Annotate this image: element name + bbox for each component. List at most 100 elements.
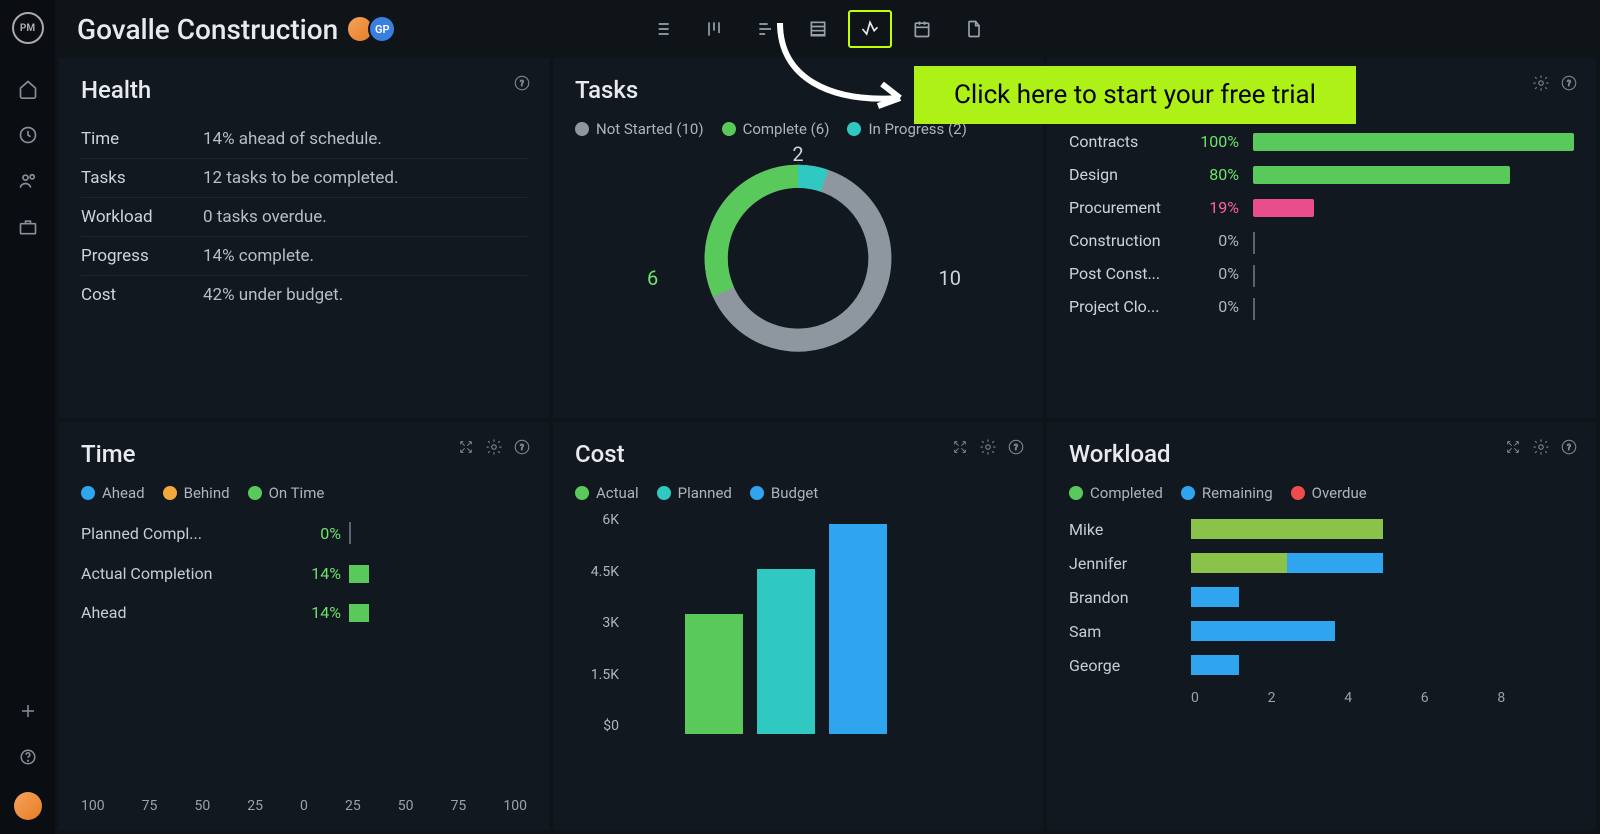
progress-bar (1253, 199, 1314, 217)
progress-label: Post Const... (1069, 264, 1179, 283)
add-icon[interactable] (17, 700, 39, 722)
help-icon[interactable]: ? (1560, 438, 1578, 456)
help-icon[interactable]: ? (1560, 74, 1578, 92)
time-pct: 0% (291, 524, 341, 543)
briefcase-icon[interactable] (17, 216, 39, 238)
view-file-icon[interactable] (952, 10, 996, 48)
axis-tick: 25 (247, 798, 263, 814)
help-icon[interactable]: ? (513, 74, 531, 92)
user-avatar[interactable] (14, 792, 42, 820)
clock-icon[interactable] (17, 124, 39, 146)
legend-item[interactable]: Complete (6) (722, 120, 830, 138)
svg-text:?: ? (1014, 443, 1018, 453)
legend-dot (163, 486, 177, 500)
legend-dot (575, 486, 589, 500)
time-label: Ahead (81, 603, 291, 622)
member-avatar-initials[interactable]: GP (368, 15, 396, 43)
legend-label: Ahead (102, 484, 145, 502)
gear-icon[interactable] (485, 438, 503, 456)
workload-name: Mike (1069, 520, 1179, 539)
legend-dot (81, 486, 95, 500)
progress-row: Design 80% (1069, 165, 1574, 184)
legend-label: On Time (269, 484, 325, 502)
gear-icon[interactable] (1532, 74, 1550, 92)
expand-icon[interactable] (457, 438, 475, 456)
progress-row: Post Const... 0% (1069, 264, 1574, 283)
legend-item[interactable]: Ahead (81, 484, 145, 502)
view-list-icon[interactable] (640, 10, 684, 48)
panel-time: ? Time AheadBehindOn Time Planned Compl.… (59, 422, 549, 830)
help-icon[interactable] (17, 746, 39, 768)
workload-bar-track (1191, 655, 1574, 675)
progress-bar-track (1253, 166, 1574, 184)
legend-label: Overdue (1312, 484, 1367, 502)
legend-item[interactable]: Actual (575, 484, 639, 502)
cta-banner[interactable]: Click here to start your free trial (914, 66, 1356, 124)
axis-tick: 100 (503, 798, 527, 814)
axis-tick: 25 (345, 798, 361, 814)
progress-pct: 100% (1193, 132, 1239, 151)
time-pct: 14% (291, 564, 341, 583)
legend-item[interactable]: On Time (248, 484, 325, 502)
progress-label: Project Clo... (1069, 297, 1179, 316)
gear-icon[interactable] (1532, 438, 1550, 456)
time-label: Planned Compl... (81, 524, 291, 543)
member-avatars[interactable]: GP (352, 15, 396, 43)
axis-tick: 50 (398, 798, 414, 814)
help-icon[interactable]: ? (513, 438, 531, 456)
axis-tick: 75 (142, 798, 158, 814)
progress-row: Project Clo... 0% (1069, 297, 1574, 316)
workload-bar-remaining (1191, 621, 1335, 641)
legend-dot (847, 122, 861, 136)
cost-bar-chart: 6K4.5K3K1.5K$0 (625, 512, 1021, 752)
app-logo[interactable]: PM (12, 12, 44, 44)
legend-item[interactable]: Completed (1069, 484, 1163, 502)
home-icon[interactable] (17, 78, 39, 100)
legend-item[interactable]: Budget (750, 484, 818, 502)
health-label: Workload (81, 207, 203, 227)
cost-bar-planned (757, 569, 815, 734)
workload-row: Mike (1069, 512, 1574, 546)
axis-tick: 6 (1421, 690, 1498, 706)
view-dashboard-icon[interactable] (848, 10, 892, 48)
legend-dot (575, 122, 589, 136)
legend-item[interactable]: Not Started (10) (575, 120, 704, 138)
view-sheet-icon[interactable] (796, 10, 840, 48)
panel-title: Health (81, 76, 527, 104)
legend-dot (1291, 486, 1305, 500)
progress-label: Construction (1069, 231, 1179, 250)
workload-bar-completed (1191, 519, 1383, 539)
view-calendar-icon[interactable] (900, 10, 944, 48)
legend-dot (722, 122, 736, 136)
health-label: Cost (81, 285, 203, 305)
expand-icon[interactable] (1504, 438, 1522, 456)
axis-tick: 4 (1344, 690, 1421, 706)
progress-row: Construction 0% (1069, 231, 1574, 250)
workload-row: Sam (1069, 614, 1574, 648)
health-label: Time (81, 129, 203, 149)
legend-label: Behind (184, 484, 230, 502)
legend-item[interactable]: Planned (657, 484, 732, 502)
progress-bar-track (1253, 232, 1574, 250)
progress-row: Procurement 19% (1069, 198, 1574, 217)
legend-item[interactable]: Overdue (1291, 484, 1367, 502)
donut-label-notstarted: 10 (939, 266, 961, 290)
help-icon[interactable]: ? (1007, 438, 1025, 456)
legend-label: Not Started (10) (596, 120, 704, 138)
legend-dot (1069, 486, 1083, 500)
view-board-icon[interactable] (692, 10, 736, 48)
workload-bar-completed (1191, 553, 1287, 573)
sidebar: PM (0, 0, 55, 834)
view-gantt-icon[interactable] (744, 10, 788, 48)
panel-title: Workload (1069, 440, 1574, 468)
axis-tick: 1.5K (575, 667, 619, 683)
legend-item[interactable]: Remaining (1181, 484, 1273, 502)
workload-bar-track (1191, 621, 1574, 641)
legend-label: Complete (6) (743, 120, 830, 138)
team-icon[interactable] (17, 170, 39, 192)
gear-icon[interactable] (979, 438, 997, 456)
workload-row: George (1069, 648, 1574, 682)
legend-item[interactable]: Behind (163, 484, 230, 502)
progress-pct: 80% (1193, 165, 1239, 184)
expand-icon[interactable] (951, 438, 969, 456)
